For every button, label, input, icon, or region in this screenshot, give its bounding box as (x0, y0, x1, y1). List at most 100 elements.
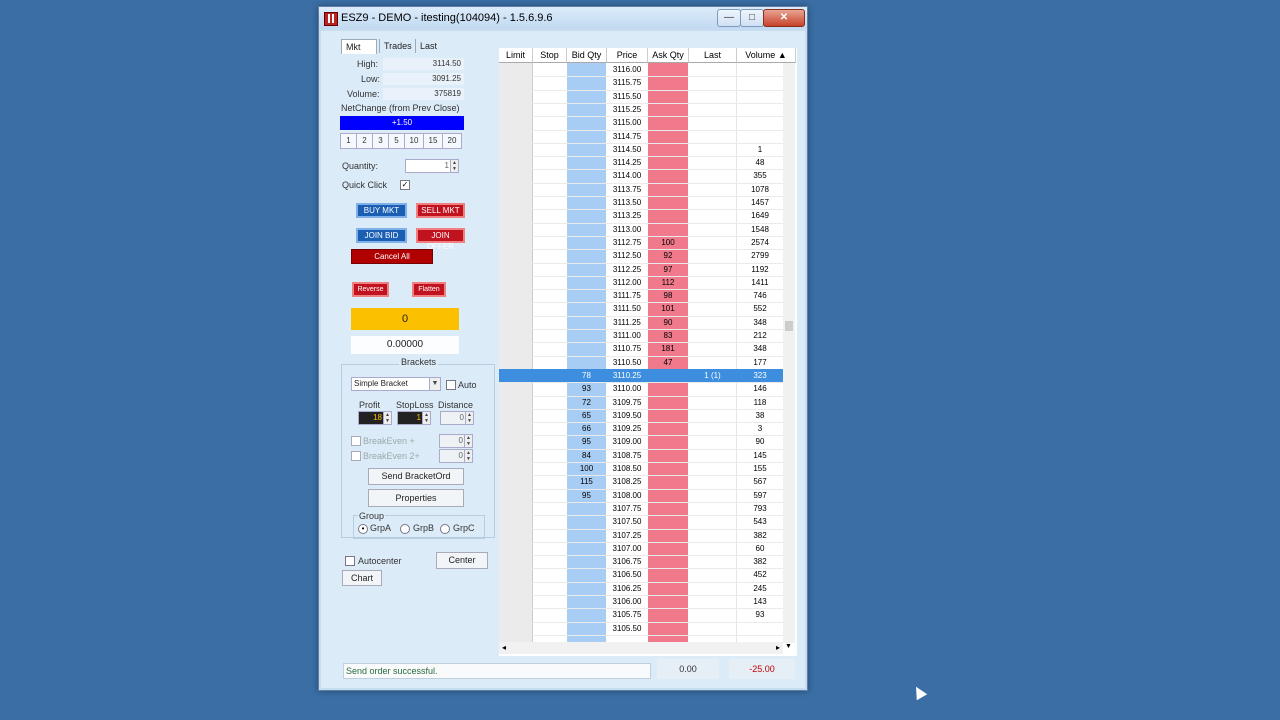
ladder-row[interactable]: 100 3108.50 155 (499, 462, 783, 475)
ask-qty-cell[interactable]: 181 (648, 342, 688, 355)
title-bar[interactable]: ESZ9 - DEMO - itesting(104094) - 1.5.6.9… (319, 7, 807, 29)
radio-grpb[interactable] (400, 524, 410, 534)
ladder-row[interactable]: 3107.50 543 (499, 515, 783, 528)
ladder-row[interactable]: 84 3108.75 145 (499, 449, 783, 462)
ladder-row[interactable]: 3114.00 355 (499, 169, 783, 182)
vertical-scrollbar[interactable]: ▼ (783, 63, 795, 650)
sell-market-button[interactable]: SELL MKT (416, 203, 465, 218)
close-button[interactable]: ✕ (763, 9, 805, 27)
ladder-row[interactable]: 95 3108.00 597 (499, 489, 783, 502)
breakeven-2-input[interactable]: 0 ▲ ▼ (439, 449, 473, 463)
bid-qty-cell[interactable]: 72 (567, 396, 606, 409)
ladder-row[interactable]: 65 3109.50 38 (499, 409, 783, 422)
ladder-row[interactable]: 3113.75 1078 (499, 183, 783, 196)
profit-input[interactable]: 18 ▲ ▼ (358, 411, 392, 425)
ask-qty-cell[interactable]: 100 (648, 236, 688, 249)
col-limit[interactable]: Limit (499, 48, 533, 63)
ask-qty-cell[interactable]: 97 (648, 263, 688, 276)
distance-input[interactable]: 0 ▲ ▼ (440, 411, 474, 425)
properties-button[interactable]: Properties (368, 489, 464, 507)
cancel-all-button[interactable]: Cancel All (351, 249, 433, 264)
breakeven-1-input[interactable]: 0 ▲ ▼ (439, 434, 473, 448)
bid-qty-cell[interactable]: 66 (567, 422, 606, 435)
minimize-button[interactable]: — (717, 9, 741, 27)
ask-qty-cell[interactable]: 92 (648, 249, 688, 262)
qty-preset-2[interactable]: 2 (356, 133, 373, 149)
join-offer-button[interactable]: JOIN OFFER (416, 228, 465, 251)
ladder-row[interactable]: 3105.75 93 (499, 608, 783, 621)
tab-last[interactable]: Last (415, 39, 441, 53)
ladder-row[interactable]: 3115.25 (499, 103, 783, 116)
ladder-row[interactable]: 3105.50 (499, 622, 783, 635)
ladder-row[interactable]: 3106.25 245 (499, 582, 783, 595)
ask-qty-cell[interactable]: 83 (648, 329, 688, 342)
bid-qty-cell[interactable]: 78 (567, 369, 606, 382)
ladder-row[interactable]: 3107.00 60 (499, 542, 783, 555)
col-bid-qty[interactable]: Bid Qty (567, 48, 607, 63)
ladder-row[interactable]: 3114.75 (499, 130, 783, 143)
ask-qty-cell[interactable]: 112 (648, 276, 688, 289)
spin-arrows-icon[interactable]: ▲ ▼ (450, 160, 458, 172)
bid-qty-cell[interactable]: 95 (567, 489, 606, 502)
ladder-row[interactable]: 3106.00 143 (499, 595, 783, 608)
maximize-button[interactable]: □ (740, 9, 764, 27)
buy-market-button[interactable]: BUY MKT (356, 203, 407, 218)
col-stop[interactable]: Stop (533, 48, 567, 63)
bracket-type-select[interactable]: Simple Bracket ▼ (351, 377, 441, 391)
tab-trades[interactable]: Trades (379, 39, 416, 53)
bid-qty-cell[interactable]: 93 (567, 382, 606, 395)
join-bid-button[interactable]: JOIN BID (356, 228, 407, 243)
ladder-row[interactable]: 3111.50 101 552 (499, 302, 783, 315)
bid-qty-cell[interactable]: 100 (567, 462, 606, 475)
breakeven-2-checkbox[interactable] (351, 451, 361, 461)
ladder-row[interactable]: 66 3109.25 3 (499, 422, 783, 435)
spin-arrows-icon[interactable]: ▲ ▼ (464, 450, 472, 462)
bid-qty-cell[interactable]: 115 (567, 475, 606, 488)
col-volume[interactable]: Volume ▲ (737, 48, 796, 63)
ladder-row[interactable]: 3111.00 83 212 (499, 329, 783, 342)
ladder-row[interactable]: 3107.75 793 (499, 502, 783, 515)
horizontal-scrollbar[interactable]: ◂ ▸ (499, 642, 783, 654)
chevron-down-icon[interactable]: ▼ (429, 378, 440, 390)
col-last[interactable]: Last (689, 48, 737, 63)
ladder-row[interactable]: 3113.50 1457 (499, 196, 783, 209)
scroll-left-icon[interactable]: ◂ (502, 643, 506, 652)
qty-preset-15[interactable]: 15 (423, 133, 443, 149)
scroll-thumb[interactable] (785, 321, 793, 331)
col-price[interactable]: Price (607, 48, 648, 63)
tab-mkt[interactable]: Mkt (341, 39, 377, 54)
scroll-down-icon[interactable]: ▼ (785, 643, 792, 650)
ladder-row[interactable]: 3115.00 (499, 116, 783, 129)
ladder-row[interactable]: 3113.00 1548 (499, 223, 783, 236)
ladder-row[interactable]: 3110.75 181 348 (499, 342, 783, 355)
ladder-row[interactable]: 115 3108.25 567 (499, 475, 783, 488)
ladder-row[interactable]: 3112.75 100 2574 (499, 236, 783, 249)
ladder-row[interactable]: 95 3109.00 90 (499, 435, 783, 448)
ladder-row[interactable]: 3106.75 382 (499, 555, 783, 568)
spin-arrows-icon[interactable]: ▲ ▼ (383, 412, 391, 424)
ladder-row[interactable]: 3115.50 (499, 90, 783, 103)
ladder-row[interactable]: 3114.50 1 (499, 143, 783, 156)
ask-qty-cell[interactable]: 98 (648, 289, 688, 302)
spin-arrows-icon[interactable]: ▲ ▼ (464, 435, 472, 447)
ladder-row[interactable]: 3111.25 90 348 (499, 316, 783, 329)
scroll-right-icon[interactable]: ▸ (776, 643, 780, 652)
quantity-input[interactable]: 1 ▲ ▼ (405, 159, 459, 173)
ladder-row[interactable]: 3114.25 48 (499, 156, 783, 169)
ladder-row[interactable]: 93 3110.00 146 (499, 382, 783, 395)
radio-grpc[interactable] (440, 524, 450, 534)
ladder-row[interactable]: 3112.25 97 1192 (499, 263, 783, 276)
flatten-button[interactable]: Flatten (412, 282, 446, 297)
ladder-row[interactable]: 78 3110.25 1 (1) 323 (499, 368, 783, 383)
auto-checkbox[interactable] (446, 380, 456, 390)
bid-qty-cell[interactable]: 65 (567, 409, 606, 422)
ladder-row[interactable]: 3107.25 382 (499, 529, 783, 542)
spin-arrows-icon[interactable]: ▲ ▼ (465, 412, 473, 424)
ladder-row[interactable]: 3112.50 92 2799 (499, 249, 783, 262)
ask-qty-cell[interactable]: 90 (648, 316, 688, 329)
ladder-row[interactable]: 3106.50 452 (499, 568, 783, 581)
autocenter-checkbox[interactable] (345, 556, 355, 566)
ask-qty-cell[interactable]: 47 (648, 356, 688, 369)
spin-arrows-icon[interactable]: ▲ ▼ (422, 412, 430, 424)
radio-grpa[interactable]: • (358, 524, 368, 534)
